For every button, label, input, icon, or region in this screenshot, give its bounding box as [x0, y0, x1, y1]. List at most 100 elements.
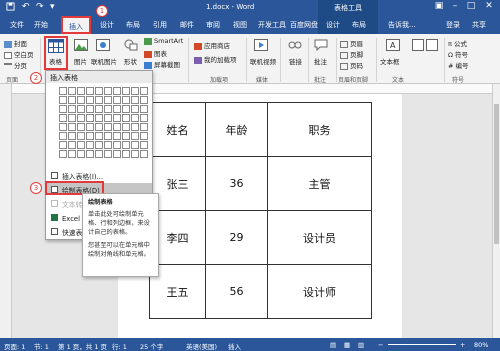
grid-cell[interactable]	[95, 150, 103, 158]
grid-cell[interactable]	[77, 132, 85, 140]
symbol-button[interactable]: Ω 符号	[448, 49, 468, 59]
grid-cell[interactable]	[68, 105, 76, 113]
page-number-button[interactable]: 页码	[340, 60, 363, 70]
grid-cell[interactable]	[113, 114, 121, 122]
zoom-out-icon[interactable]: −	[378, 341, 383, 349]
grid-cell[interactable]	[140, 132, 148, 140]
grid-cell[interactable]	[131, 87, 139, 95]
grid-cell[interactable]	[86, 114, 94, 122]
grid-cell[interactable]	[104, 150, 112, 158]
comment-button[interactable]: 批注	[314, 56, 327, 66]
grid-cell[interactable]	[95, 105, 103, 113]
tab-view[interactable]: 视图	[233, 20, 247, 30]
grid-cell[interactable]	[95, 132, 103, 140]
grid-cell[interactable]	[140, 105, 148, 113]
grid-cell[interactable]	[68, 87, 76, 95]
grid-cell[interactable]	[122, 105, 130, 113]
grid-cell[interactable]	[140, 123, 148, 131]
grid-cell[interactable]	[86, 96, 94, 104]
table-cell[interactable]: 设计师	[267, 264, 372, 319]
grid-cell[interactable]	[140, 87, 148, 95]
grid-cell[interactable]	[140, 150, 148, 158]
grid-cell[interactable]	[95, 123, 103, 131]
grid-cell[interactable]	[131, 105, 139, 113]
insert-table-item[interactable]: 插入表格(I)...	[46, 169, 152, 181]
grid-cell[interactable]	[104, 132, 112, 140]
grid-cell[interactable]	[131, 123, 139, 131]
grid-cell[interactable]	[59, 132, 67, 140]
numbering-button[interactable]: # 编号	[448, 60, 469, 70]
grid-cell[interactable]	[86, 87, 94, 95]
text-tools-icon[interactable]	[412, 39, 438, 53]
grid-cell[interactable]	[68, 123, 76, 131]
grid-cell[interactable]	[104, 123, 112, 131]
tab-mailings[interactable]: 邮件	[180, 20, 194, 30]
footer-button[interactable]: 页脚	[340, 49, 363, 59]
status-page-count[interactable]: 第 1 页，共 1 页	[58, 341, 107, 351]
cover-page-button[interactable]: 封面	[4, 38, 27, 48]
grid-cell[interactable]	[77, 105, 85, 113]
tab-design[interactable]: 设计	[100, 20, 114, 30]
table-cell[interactable]: 29	[205, 210, 268, 265]
grid-cell[interactable]	[131, 114, 139, 122]
grid-cell[interactable]	[59, 123, 67, 131]
shapes-button[interactable]: 形状	[124, 56, 137, 66]
grid-cell[interactable]	[131, 132, 139, 140]
grid-cell[interactable]	[86, 105, 94, 113]
grid-cell[interactable]	[113, 132, 121, 140]
my-addins-button[interactable]: 我的加载项	[194, 54, 237, 64]
save-icon[interactable]	[6, 2, 15, 14]
tab-insert[interactable]: 插入	[61, 16, 91, 34]
grid-cell[interactable]	[113, 87, 121, 95]
grid-cell[interactable]	[86, 141, 94, 149]
grid-cell[interactable]	[68, 150, 76, 158]
header-button[interactable]: 页眉	[340, 38, 363, 48]
tab-references[interactable]: 引用	[153, 20, 167, 30]
grid-cell[interactable]	[77, 96, 85, 104]
tab-home[interactable]: 开始	[34, 20, 48, 30]
grid-cell[interactable]	[140, 141, 148, 149]
textbox-button[interactable]: 文本框	[380, 56, 400, 66]
grid-cell[interactable]	[59, 141, 67, 149]
tab-baidu-netdisk[interactable]: 百度网盘	[290, 20, 318, 30]
grid-cell[interactable]	[104, 96, 112, 104]
equation-button[interactable]: π 公式	[448, 38, 467, 48]
status-insert-mode[interactable]: 插入	[228, 341, 241, 351]
grid-cell[interactable]	[59, 96, 67, 104]
online-picture-button[interactable]: 联机图片	[91, 56, 117, 66]
grid-cell[interactable]	[95, 87, 103, 95]
grid-cell[interactable]	[131, 141, 139, 149]
grid-cell[interactable]	[113, 96, 121, 104]
web-layout-icon[interactable]: ▥	[358, 341, 364, 349]
grid-cell[interactable]	[122, 123, 130, 131]
grid-cell[interactable]	[122, 132, 130, 140]
grid-cell[interactable]	[131, 150, 139, 158]
smartart-button[interactable]: SmartArt	[144, 37, 183, 45]
grid-cell[interactable]	[77, 114, 85, 122]
grid-cell[interactable]	[122, 96, 130, 104]
grid-cell[interactable]	[95, 114, 103, 122]
status-section[interactable]: 节: 1	[34, 341, 49, 351]
grid-cell[interactable]	[104, 114, 112, 122]
online-video-button[interactable]: 联机视频	[250, 56, 276, 66]
chart-button[interactable]: 图表	[144, 48, 167, 58]
grid-cell[interactable]	[131, 96, 139, 104]
grid-cell[interactable]	[77, 150, 85, 158]
status-page[interactable]: 页面: 1	[4, 341, 25, 351]
grid-cell[interactable]	[140, 114, 148, 122]
grid-cell[interactable]	[113, 123, 121, 131]
grid-cell[interactable]	[86, 123, 94, 131]
tab-layout[interactable]: 布局	[126, 20, 140, 30]
tab-table-design[interactable]: 设计	[326, 20, 340, 30]
blank-page-button[interactable]: 空白页	[4, 49, 34, 59]
zoom-in-icon[interactable]: +	[460, 341, 465, 349]
table-cell[interactable]: 职务	[267, 102, 372, 157]
read-mode-icon[interactable]: ▤	[330, 341, 336, 349]
link-button[interactable]: 链接	[289, 56, 302, 66]
tell-me-search[interactable]: 告诉我...	[388, 20, 416, 30]
grid-cell[interactable]	[68, 141, 76, 149]
tab-table-layout[interactable]: 布局	[352, 20, 366, 30]
grid-cell[interactable]	[122, 141, 130, 149]
redo-icon[interactable]: ↷	[36, 2, 44, 12]
grid-cell[interactable]	[86, 150, 94, 158]
